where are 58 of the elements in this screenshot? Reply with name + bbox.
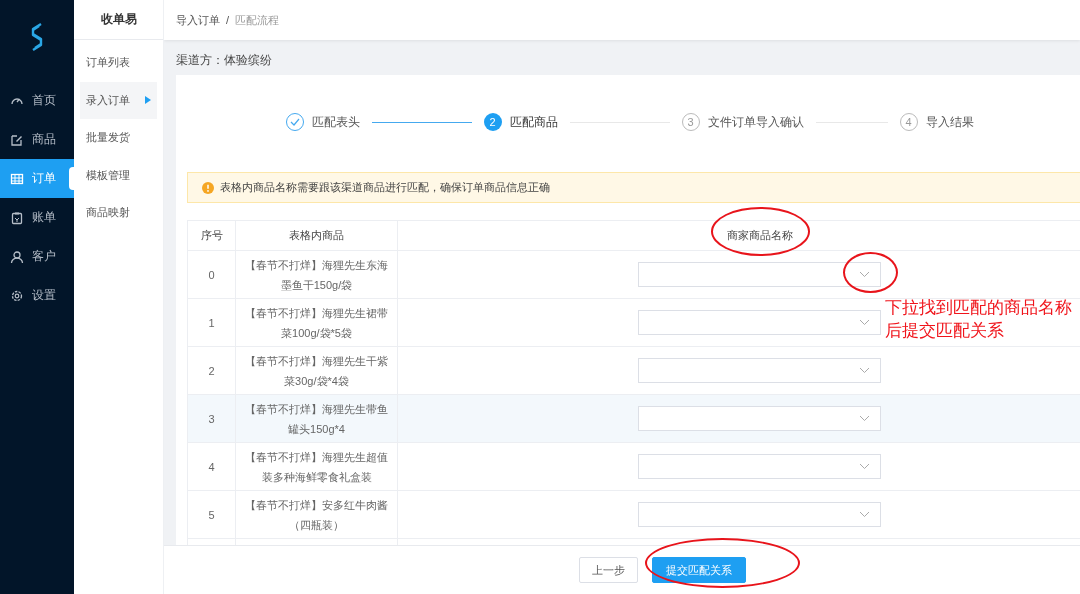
table-cell: 【春节不打烊】安多红牛肉酱（四瓶装） — [235, 490, 398, 539]
table-icon — [10, 171, 24, 186]
select-field[interactable] — [638, 406, 881, 431]
select-field[interactable] — [638, 358, 881, 383]
table-cell: 4 — [187, 442, 236, 491]
column-header: 表格内商品 — [235, 220, 398, 251]
chevron-down-icon — [859, 511, 870, 518]
chevron-down-icon — [859, 463, 870, 470]
user-icon — [10, 249, 24, 264]
step-label: 匹配表头 — [311, 113, 360, 131]
edit-icon — [10, 132, 24, 147]
app-title: 收单易 — [74, 0, 163, 40]
chevron-down-icon — [859, 271, 870, 278]
chevron-down-icon — [859, 415, 870, 422]
chevron-down-icon — [859, 367, 870, 374]
table-cell: 2 — [187, 346, 236, 395]
chevron-down-icon — [859, 319, 870, 326]
nav-item[interactable]: 客户 — [0, 237, 74, 276]
table-cell: 5 — [187, 490, 236, 539]
settings-icon — [10, 288, 24, 303]
nav-item[interactable]: 账单 — [0, 198, 74, 237]
back-button[interactable]: 上一步 — [578, 557, 638, 583]
submenu-item[interactable]: 模板管理 — [80, 156, 157, 194]
submenu-item[interactable]: 录入订单 — [80, 81, 157, 119]
table-cell: 0 — [187, 250, 236, 299]
warning-icon — [202, 181, 214, 194]
table-cell: 【春节不打烊】海狸先生裙带菜100g/袋*5袋 — [235, 298, 398, 347]
select-field[interactable] — [638, 502, 881, 527]
table-cell: 【春节不打烊】海狸先生超值装多种海鲜零食礼盒装 — [235, 442, 398, 491]
table-cell: 3 — [187, 394, 236, 443]
nav-item[interactable]: 设置 — [0, 276, 74, 315]
column-header: 商家商品名称 — [397, 220, 1080, 251]
submenu-item[interactable]: 批量发货 — [80, 119, 157, 157]
step-label: 文件订单导入确认 — [707, 113, 804, 131]
step-number: 2 — [483, 113, 502, 131]
table-cell: 【春节不打烊】海狸先生东海墨鱼干150g/袋 — [235, 250, 398, 299]
triangle-icon — [145, 96, 151, 105]
step-label: 匹配商品 — [509, 113, 558, 131]
clipboard-icon — [10, 210, 24, 225]
nav-item[interactable]: 商品 — [0, 120, 74, 159]
breadcrumb-item[interactable]: 导入订单 — [176, 12, 220, 28]
channel-label: 渠道方：体验缤纷 — [176, 52, 273, 68]
alert-text: 表格内商品名称需要跟该渠道商品进行匹配，确保订单商品信息正确 — [220, 180, 550, 195]
submenu-item[interactable]: 商品映射 — [80, 194, 157, 232]
step-label: 导入结果 — [925, 113, 974, 131]
select-field[interactable] — [638, 262, 881, 287]
annotation-ellipse — [843, 252, 898, 293]
select-field[interactable] — [638, 454, 881, 479]
table-cell: 【春节不打烊】海狸先生干紫菜30g/袋*4袋 — [235, 346, 398, 395]
column-header: 序号 — [187, 220, 236, 251]
check-icon — [285, 113, 304, 131]
table-cell: 1 — [187, 298, 236, 347]
table-cell: 【春节不打烊】海狸先生带鱼罐头150g*4 — [235, 394, 398, 443]
nav-item[interactable]: 首页 — [0, 81, 74, 120]
breadcrumb-separator: / — [226, 14, 230, 26]
annotation-note: 下拉找到匹配的商品名称后提交匹配关系 — [885, 297, 1073, 342]
select-field[interactable] — [638, 310, 881, 335]
submenu-item[interactable]: 订单列表 — [80, 44, 157, 82]
